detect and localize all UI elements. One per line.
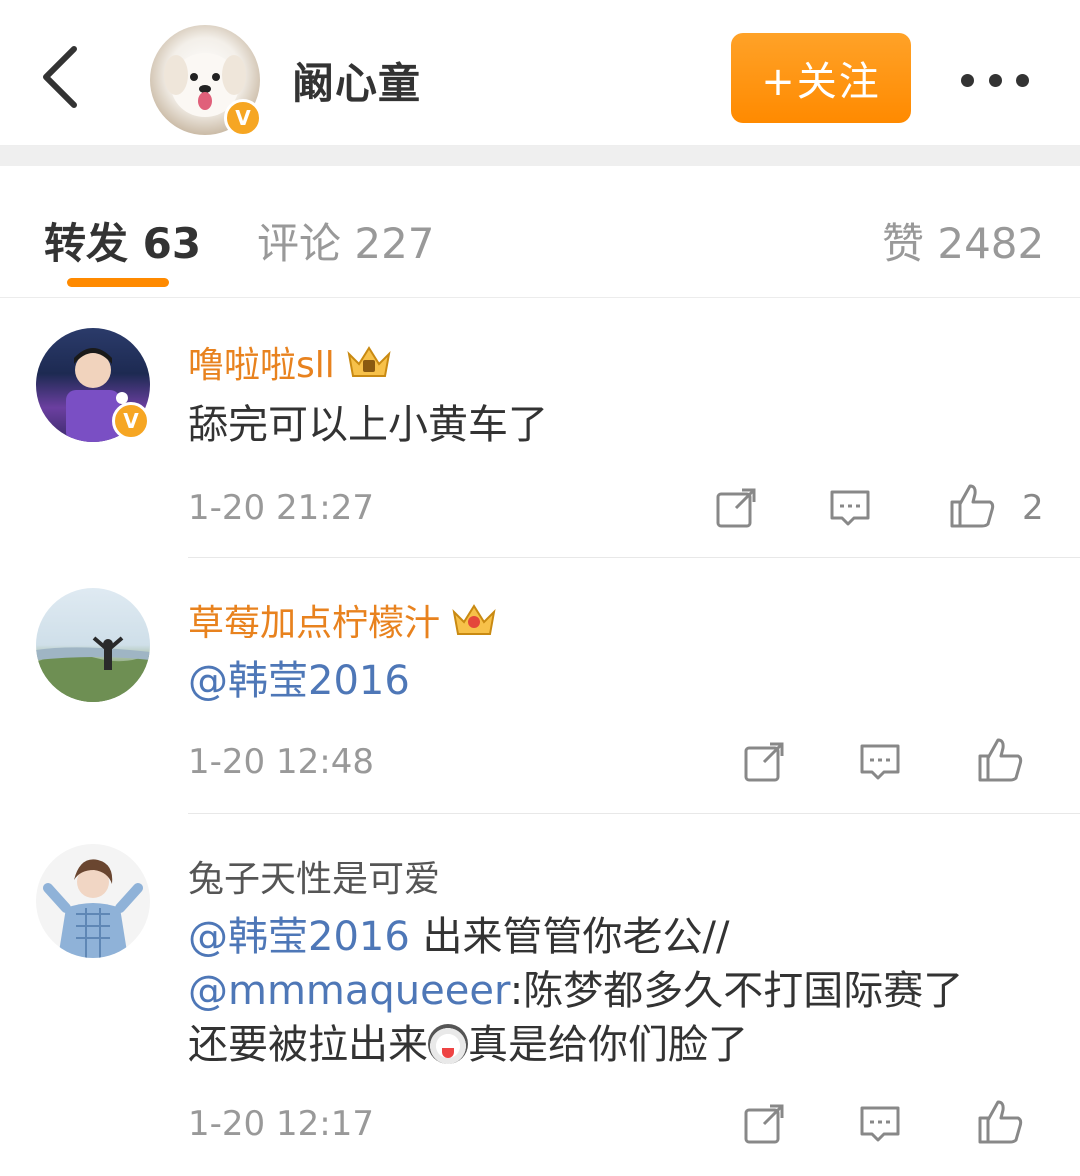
repost-icon[interactable]	[740, 738, 788, 786]
username-text: 草莓加点柠檬汁	[188, 603, 441, 644]
comment-line: @mmmaqueeer:陈梦都多久不打国际赛了	[188, 964, 1048, 1018]
list-item: V 噜啦啦sll 舔完可以上小黄车了 1-20 21:27 2	[0, 298, 1080, 560]
comment-time: 1-20 12:48	[188, 742, 374, 782]
back-button[interactable]	[30, 42, 90, 112]
like-icon[interactable]	[948, 482, 996, 530]
author-avatar[interactable]: V	[150, 25, 262, 137]
author-name[interactable]: 阚心童	[292, 50, 421, 111]
list-item: 兔子天性是可爱 @韩莹2016 出来管管你老公// @mmmaqueeer:陈梦…	[0, 814, 1080, 1176]
comment-icon[interactable]	[826, 484, 874, 532]
avatar[interactable]	[36, 588, 150, 702]
text-span: 真是给你们脸了	[468, 1022, 748, 1068]
like-count: 2	[1022, 488, 1044, 528]
avatar[interactable]	[36, 844, 150, 958]
tab-repost[interactable]: 转发 63	[44, 210, 201, 271]
list-item: 草莓加点柠檬汁 @韩莹2016 1-20 12:48	[0, 560, 1080, 814]
mention-link[interactable]: @韩莹2016	[188, 914, 410, 960]
mention-link[interactable]: @mmmaqueeer	[188, 968, 510, 1014]
text-span: :陈梦都多久不打国际赛了	[509, 968, 964, 1014]
crown-badge-icon	[345, 342, 393, 382]
comment-username[interactable]: 草莓加点柠檬汁	[188, 594, 498, 646]
panda-emoji-icon	[428, 1024, 468, 1064]
dot	[1016, 73, 1029, 87]
text-span: 还要被拉出来	[188, 1022, 428, 1068]
like-icon[interactable]	[976, 1098, 1024, 1146]
top-bar: V 阚心童 +关注	[0, 0, 1080, 146]
dot	[961, 73, 974, 87]
chevron-left-icon	[43, 46, 77, 108]
comment-line: @韩莹2016 出来管管你老公//	[188, 910, 1048, 964]
interaction-tabs: 转发 63 评论 227 赞 2482	[0, 166, 1080, 298]
dot	[988, 73, 1002, 87]
comment-time: 1-20 12:17	[188, 1104, 374, 1144]
active-tab-indicator	[67, 278, 169, 287]
tab-like[interactable]: 赞 2482	[882, 210, 1044, 271]
comment-text: 舔完可以上小黄车了	[188, 402, 548, 448]
divider	[188, 557, 1080, 558]
like-icon[interactable]	[976, 736, 1024, 784]
comment-text: @韩莹2016 出来管管你老公// @mmmaqueeer:陈梦都多久不打国际赛…	[188, 910, 1048, 1072]
verified-badge-icon: V	[112, 402, 150, 440]
comment-icon[interactable]	[856, 1100, 904, 1148]
more-options-icon[interactable]	[955, 60, 1035, 100]
comment-mention[interactable]: @韩莹2016	[188, 654, 1048, 708]
follow-button[interactable]: +关注	[731, 33, 911, 123]
username-text: 兔子天性是可爱	[188, 859, 441, 900]
comment-time: 1-20 21:27	[188, 488, 374, 528]
comment-username[interactable]: 兔子天性是可爱	[188, 850, 440, 902]
repost-icon[interactable]	[712, 484, 760, 532]
tab-comment[interactable]: 评论 227	[257, 210, 435, 271]
text-span: 出来管管你老公//	[409, 914, 730, 960]
section-separator	[0, 146, 1080, 166]
comment-line: 还要被拉出来 真是给你们脸了	[188, 1018, 1048, 1072]
comment-username[interactable]: 噜啦啦sll	[188, 336, 393, 388]
repost-icon[interactable]	[740, 1100, 788, 1148]
verified-badge-icon: V	[224, 99, 262, 137]
username-text: 噜啦啦sll	[188, 345, 335, 386]
crown-badge-icon	[450, 600, 498, 640]
comment-icon[interactable]	[856, 738, 904, 786]
